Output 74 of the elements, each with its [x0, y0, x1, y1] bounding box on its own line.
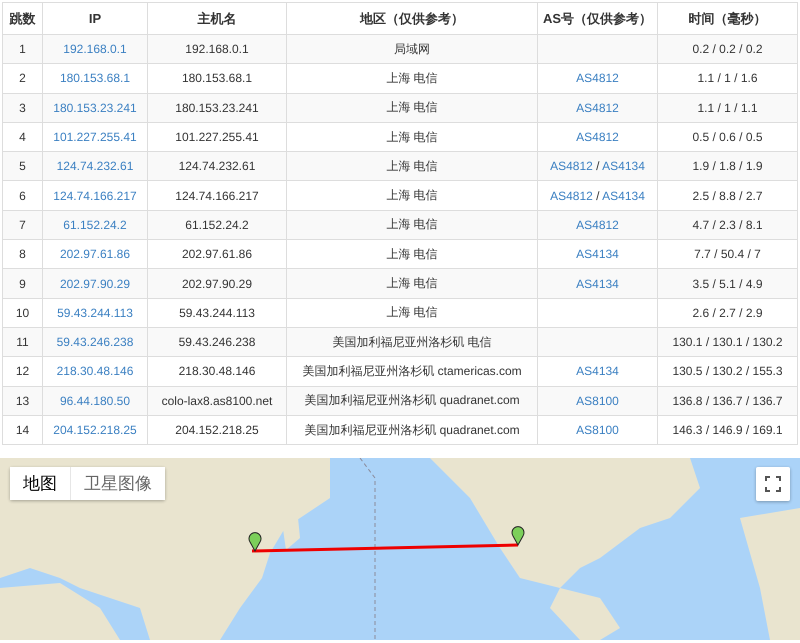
hostname-cell: 61.152.24.2 — [148, 210, 286, 240]
hop-cell: 2 — [2, 64, 42, 94]
world-map[interactable]: 地图 卫星图像 — [0, 458, 800, 640]
time-cell: 1.1 / 1 / 1.1 — [658, 93, 798, 122]
region-cell: 美国加利福尼亚州洛杉矶 电信 — [286, 327, 538, 357]
time-cell: 130.1 / 130.1 / 130.2 — [658, 327, 798, 357]
region-cell: 上海 电信 — [286, 268, 538, 298]
separator-text: / — [595, 159, 600, 174]
hop-cell: 7 — [2, 210, 42, 240]
region-cell: 美国加利福尼亚州洛杉矶 ctamericas.com — [286, 356, 538, 386]
time-cell: 2.5 / 8.8 / 2.7 — [658, 180, 798, 210]
hostname-cell: colo-lax8.as8100.net — [148, 386, 286, 416]
map-pin-icon[interactable] — [248, 532, 262, 552]
hostname-cell: 124.74.166.217 — [148, 180, 286, 210]
hop-cell: 1 — [2, 34, 42, 64]
map-pin-icon[interactable] — [512, 526, 524, 546]
region-cell: 上海 电信 — [286, 180, 538, 210]
time-cell: 146.3 / 146.9 / 169.1 — [658, 415, 798, 445]
region-cell: 上海 电信 — [286, 152, 538, 181]
time-cell: 4.7 / 2.3 / 8.1 — [658, 210, 798, 240]
map-type-tab[interactable]: 地图 — [10, 467, 70, 500]
time-cell: 3.5 / 5.1 / 4.9 — [658, 268, 798, 298]
separator-text: / — [595, 188, 600, 203]
hop-cell: 6 — [2, 180, 42, 210]
as-link[interactable]: AS8100 — [576, 423, 619, 437]
as-link[interactable]: AS4134 — [602, 159, 645, 174]
column-header: 时间（毫秒） — [658, 2, 798, 34]
hop-cell: 9 — [2, 268, 42, 298]
column-header: 地区（仅供参考） — [286, 2, 538, 34]
region-cell: 美国加利福尼亚州洛杉矶 quadranet.com — [286, 415, 538, 445]
hop-cell: 14 — [2, 415, 42, 445]
region-cell: 上海 电信 — [286, 64, 538, 94]
as-link[interactable]: AS4812 — [576, 218, 619, 232]
hostname-cell: 124.74.232.61 — [148, 152, 286, 181]
time-cell: 1.9 / 1.8 / 1.9 — [658, 152, 798, 181]
time-cell: 136.8 / 136.7 / 136.7 — [658, 386, 798, 416]
as-link[interactable]: AS4812 — [576, 71, 619, 86]
as-link[interactable]: AS4134 — [602, 188, 645, 203]
hop-cell: 10 — [2, 298, 42, 328]
as-link[interactable]: AS4134 — [576, 247, 619, 262]
hop-cell: 12 — [2, 356, 42, 386]
as-link[interactable]: AS4812 — [576, 100, 619, 115]
hop-cell: 5 — [2, 152, 42, 181]
time-cell: 0.2 / 0.2 / 0.2 — [658, 34, 798, 64]
as-link[interactable]: AS4812 — [550, 188, 593, 203]
column-header: 主机名 — [148, 2, 286, 34]
hostname-cell: 218.30.48.146 — [148, 356, 286, 386]
region-cell: 上海 电信 — [286, 298, 538, 328]
map-type-tab[interactable]: 卫星图像 — [70, 467, 165, 500]
hostname-cell: 59.43.246.238 — [148, 327, 286, 357]
hostname-cell: 59.43.244.113 — [148, 298, 286, 328]
hostname-cell: 192.168.0.1 — [148, 34, 286, 64]
region-cell: 上海 电信 — [286, 210, 538, 240]
as-link[interactable]: AS4134 — [576, 364, 619, 378]
hostname-cell: 180.153.68.1 — [148, 64, 286, 94]
hostname-cell: 180.153.23.241 — [148, 93, 286, 122]
fullscreen-icon — [765, 476, 781, 492]
hostname-cell: 202.97.90.29 — [148, 268, 286, 298]
hop-cell: 13 — [2, 386, 42, 416]
region-cell: 局域网 — [286, 34, 538, 64]
fullscreen-button[interactable] — [756, 467, 790, 502]
time-cell: 130.5 / 130.2 / 155.3 — [658, 356, 798, 386]
time-cell: 2.6 / 2.7 / 2.9 — [658, 298, 798, 328]
as-link[interactable]: AS8100 — [576, 394, 619, 408]
hostname-cell: 204.152.218.25 — [148, 415, 286, 445]
as-link[interactable]: AS4812 — [550, 159, 593, 174]
region-cell: 上海 电信 — [286, 93, 538, 122]
column-header: 跳数 — [2, 2, 42, 34]
as-link[interactable]: AS4812 — [576, 130, 619, 144]
hop-cell: 3 — [2, 93, 42, 122]
time-cell: 1.1 / 1 / 1.6 — [658, 64, 798, 94]
hop-cell: 11 — [2, 327, 42, 357]
region-cell: 美国加利福尼亚州洛杉矶 quadranet.com — [286, 386, 538, 416]
as-link[interactable]: AS4134 — [576, 276, 619, 291]
